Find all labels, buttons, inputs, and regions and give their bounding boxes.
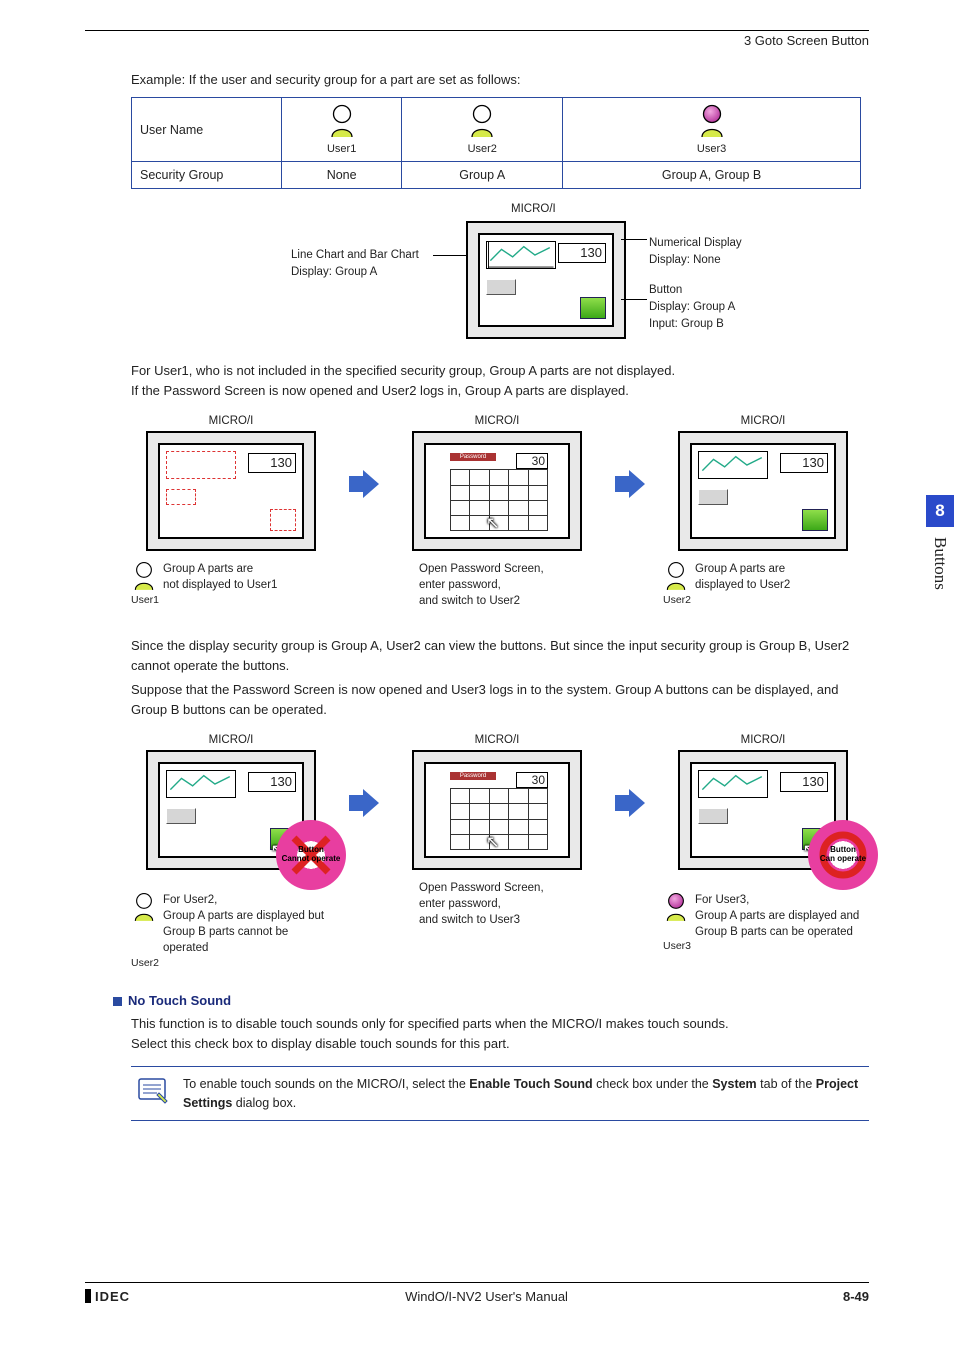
note-box: To enable touch sounds on the MICRO/I, s…: [131, 1066, 869, 1122]
user1-label: User1: [131, 594, 331, 606]
user3-group: Group A, Group B: [563, 162, 861, 189]
button-input-group: Input: Group B: [649, 316, 742, 333]
user-icon: [131, 892, 157, 925]
password-label: Password: [450, 453, 496, 461]
microi-title: MICRO/I: [397, 734, 597, 746]
user-icon: [327, 104, 357, 141]
note-text: To enable touch sounds on the MICRO/I, s…: [183, 1075, 863, 1113]
arrow-right-icon: [615, 734, 645, 820]
bullet-square-icon: [113, 997, 122, 1006]
password-label: Password: [450, 772, 496, 780]
caption-text: Open Password Screen,enter password,and …: [397, 561, 597, 609]
idec-logo: IDEC: [85, 1289, 130, 1304]
line-chart-icon: [486, 241, 556, 269]
user-icon: [663, 892, 689, 925]
paragraph-user1-desc: For User1, who is not included in the sp…: [131, 361, 869, 401]
line-chart-icon: [166, 770, 236, 798]
microi-title: MICRO/I: [663, 415, 863, 427]
user1-group: None: [282, 162, 402, 189]
user-icon: [131, 561, 157, 594]
user2-label: User2: [663, 594, 863, 606]
line-chart-icon: [698, 770, 768, 798]
microi-title: MICRO/I: [511, 203, 556, 215]
sequence-row-1: MICRO/I 130 Group A parts arenot display…: [131, 415, 869, 609]
numdisplay-group: Display: None: [649, 252, 742, 269]
bar-chart-icon: [698, 489, 728, 505]
user2-cell: User2: [402, 98, 563, 162]
bar-hidden: [166, 489, 196, 505]
numerical-display: 130: [558, 243, 606, 263]
user1-name: User1: [290, 143, 393, 155]
user-security-table: User Name User1 User2 User3 Sec: [131, 97, 861, 189]
button-hidden: [270, 509, 296, 531]
bar-chart-icon: [698, 808, 728, 824]
diagram-microi-annotated: MICRO/I Line Chart and Bar Chart Display…: [131, 203, 869, 353]
user-icon: [663, 561, 689, 594]
numdisplay-label: Numerical Display: [649, 235, 742, 252]
user3-name: User3: [571, 143, 852, 155]
bar-chart-icon: [486, 279, 516, 295]
manual-title: WindO/I-NV2 User's Manual: [405, 1289, 568, 1304]
row-header-username: User Name: [132, 98, 282, 162]
chapter-number: 8: [926, 495, 954, 527]
bar-chart-icon: [166, 808, 196, 824]
button-part: [802, 509, 828, 531]
microi-title: MICRO/I: [131, 734, 331, 746]
user-icon: [467, 104, 497, 141]
line-chart-icon: [698, 451, 768, 479]
sequence-row-2: MICRO/I 130 ↖ ButtonCannot operate For U…: [131, 734, 869, 968]
numerical-display: 130: [248, 772, 296, 792]
microi-title: MICRO/I: [131, 415, 331, 427]
can-operate-badge: ButtonCan operate: [808, 820, 878, 890]
no-touch-sound-heading: No Touch Sound: [113, 993, 869, 1008]
caption-text: Open Password Screen,enter password,and …: [397, 880, 597, 928]
button-display-group: Display: Group A: [649, 299, 742, 316]
user2-name: User2: [410, 143, 554, 155]
chart-display-group: Display: Group A: [291, 264, 419, 281]
chapter-label: Buttons: [926, 527, 954, 600]
microi-title: MICRO/I: [663, 734, 863, 746]
chart-hidden: [166, 451, 236, 479]
numerical-display: 130: [780, 772, 828, 792]
page-number: 8-49: [843, 1289, 869, 1304]
arrow-right-icon: [615, 415, 645, 501]
numerical-display: 130: [248, 453, 296, 473]
connector-line: [621, 299, 647, 300]
button-label: Button: [649, 282, 742, 299]
arrow-right-icon: [349, 734, 379, 820]
cannot-operate-badge: ButtonCannot operate: [276, 820, 346, 890]
user3-cell: User3: [563, 98, 861, 162]
user-icon: [697, 104, 727, 141]
password-value: 30: [516, 772, 548, 788]
caption-text: For User3,Group A parts are displayed an…: [695, 892, 859, 940]
note-icon: [137, 1075, 171, 1108]
cursor-icon: ↖: [486, 513, 499, 533]
numerical-display: 130: [780, 453, 828, 473]
caption-text: For User2,Group A parts are displayed bu…: [163, 892, 331, 956]
row-header-secgroup: Security Group: [132, 162, 282, 189]
example-lead: Example: If the user and security group …: [131, 72, 869, 87]
nts-desc: This function is to disable touch sounds…: [131, 1014, 869, 1054]
user2-group: Group A: [402, 162, 563, 189]
header-section: 3 Goto Screen Button: [85, 33, 869, 48]
password-value: 30: [516, 453, 548, 469]
microi-title: MICRO/I: [397, 415, 597, 427]
chapter-side-tab: 8 Buttons: [926, 495, 954, 600]
button-part: [580, 297, 606, 319]
connector-line: [621, 239, 647, 240]
user1-cell: User1: [282, 98, 402, 162]
cursor-icon: ↖: [486, 832, 499, 852]
chart-label: Line Chart and Bar Chart: [291, 247, 419, 264]
user3-label: User3: [663, 940, 863, 952]
page-footer: IDEC WindO/I-NV2 User's Manual 8-49: [85, 1282, 869, 1304]
paragraph-user3-desc: Suppose that the Password Screen is now …: [131, 680, 869, 720]
user2-label: User2: [131, 957, 331, 969]
caption-text: Group A parts arenot displayed to User1: [163, 561, 277, 593]
caption-text: Group A parts aredisplayed to User2: [695, 561, 790, 593]
arrow-right-icon: [349, 415, 379, 501]
paragraph-user2-desc: Since the display security group is Grou…: [131, 636, 869, 676]
